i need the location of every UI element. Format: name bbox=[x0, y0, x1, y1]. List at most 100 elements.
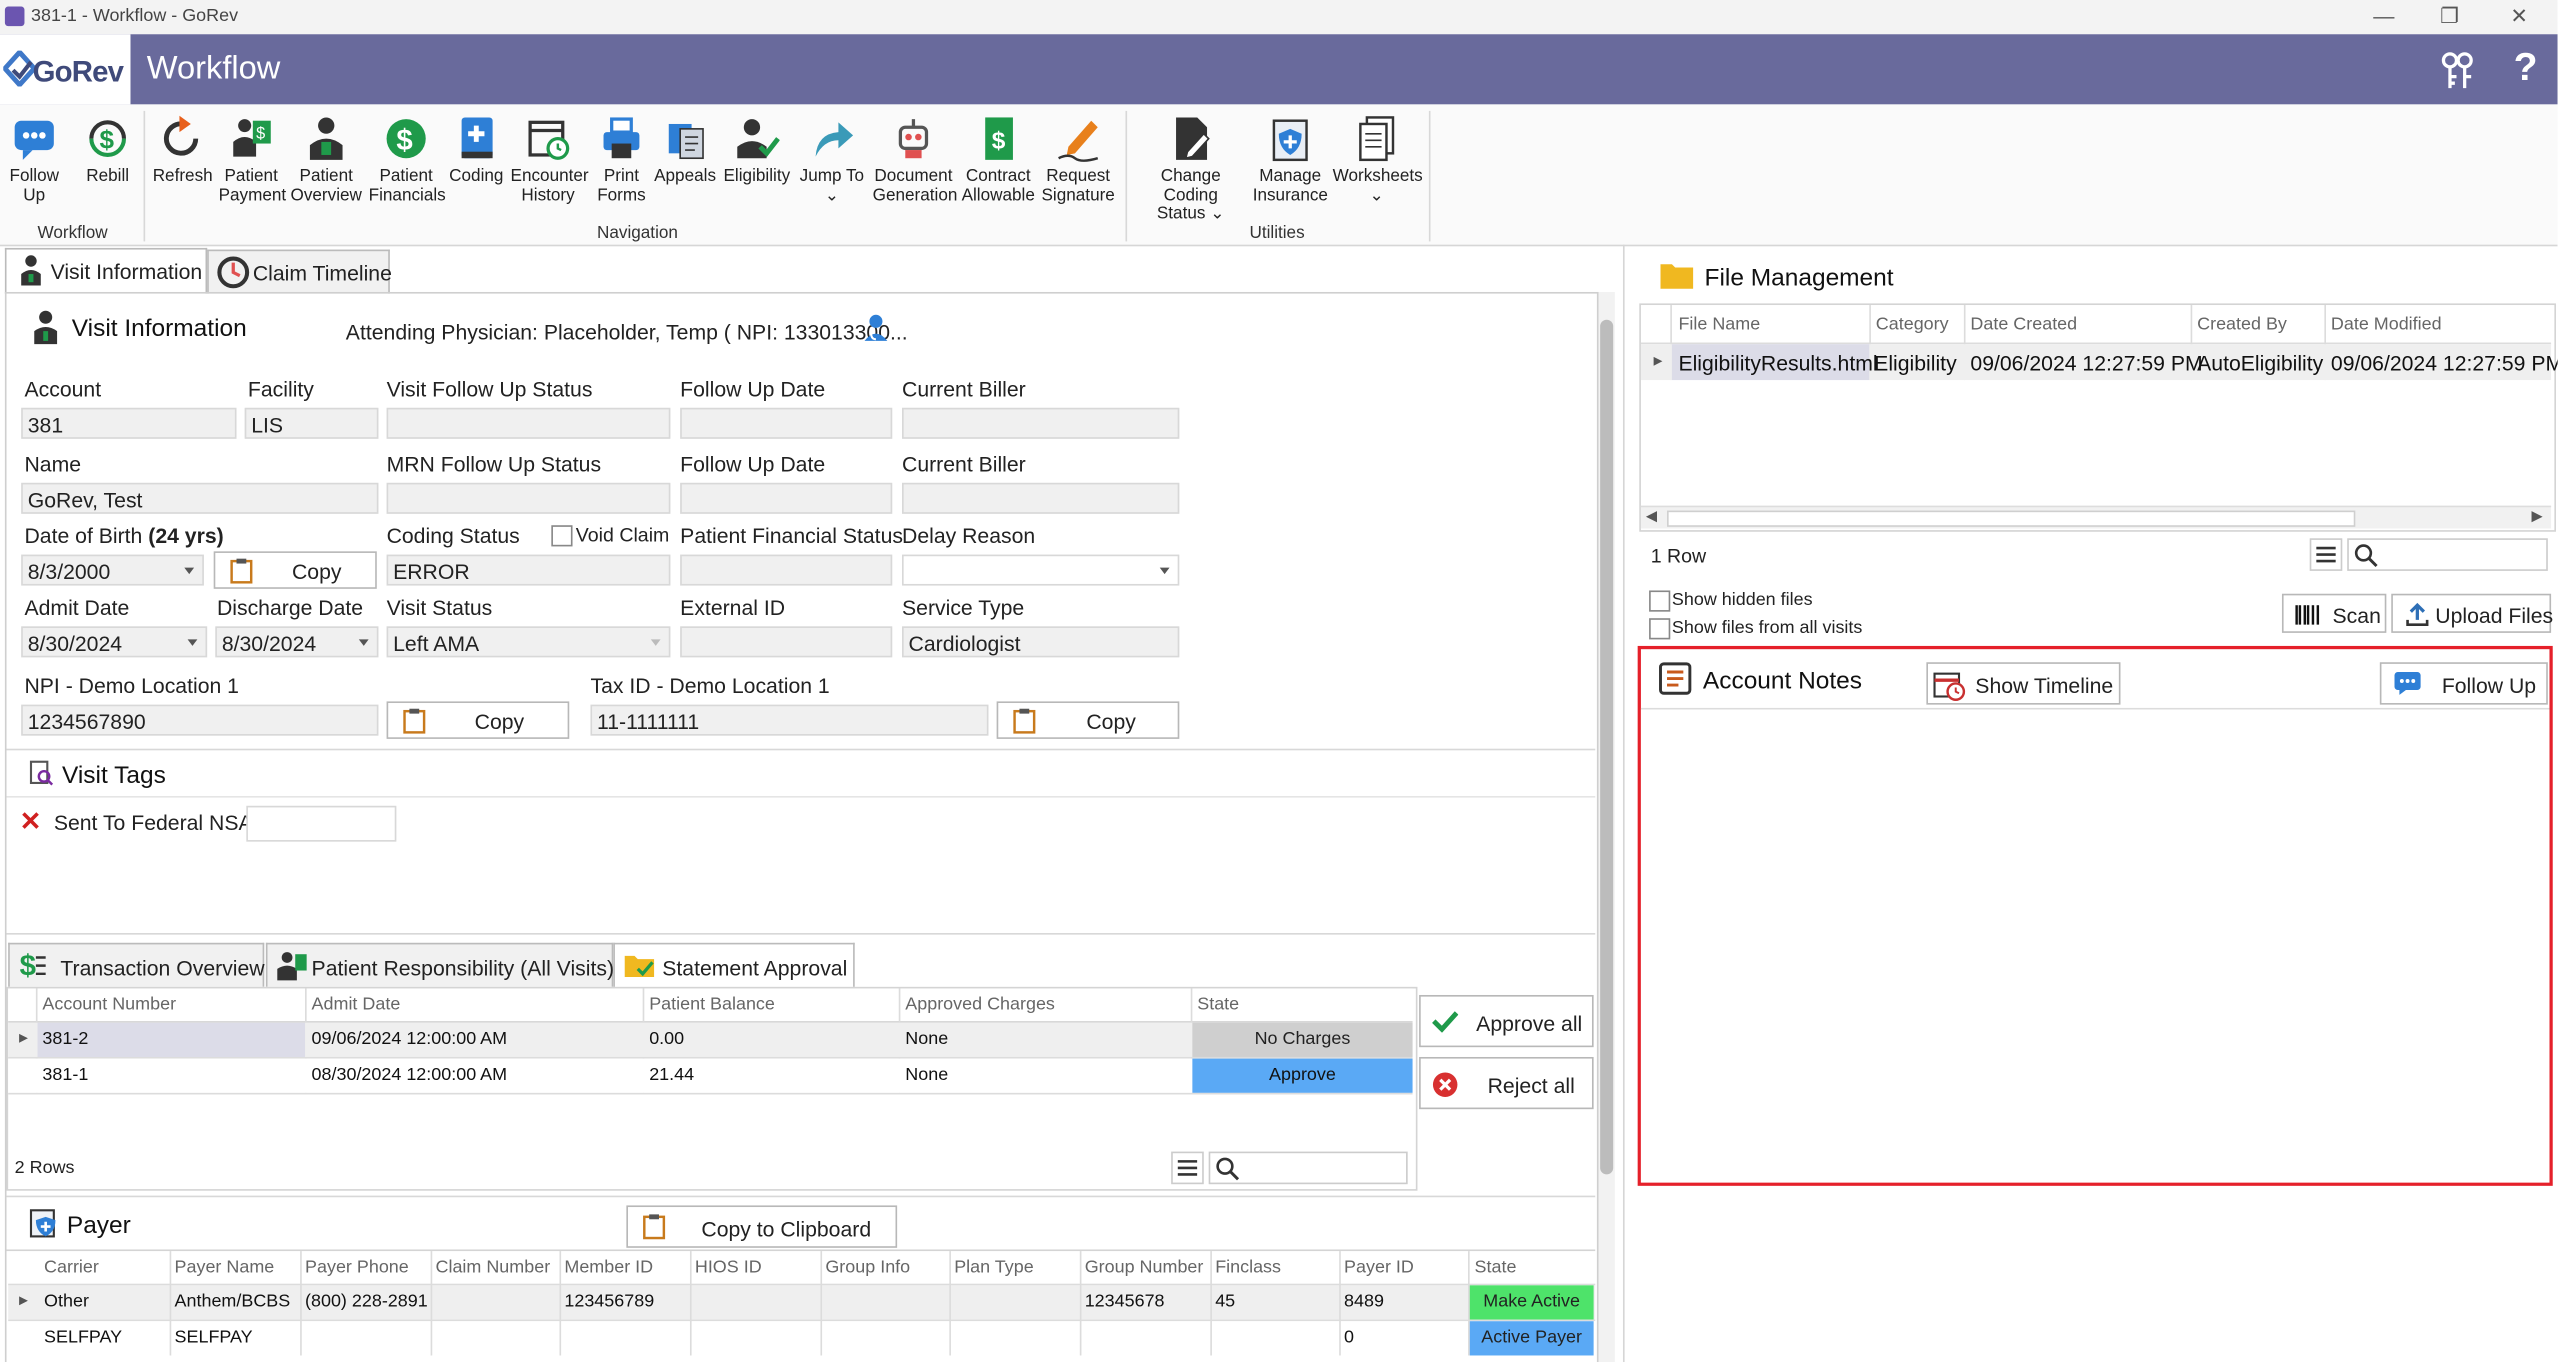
col-plan-type[interactable]: Plan Type bbox=[954, 1258, 1033, 1278]
col-patient-balance[interactable]: Patient Balance bbox=[649, 995, 775, 1015]
manage-insurance-button[interactable]: Manage Insurance bbox=[1253, 114, 1328, 205]
facility-field[interactable]: LIS bbox=[244, 407, 379, 439]
table-row[interactable]: SELFPAY SELFPAY 0 Active Payer bbox=[8, 1321, 1596, 1356]
admit-date-field[interactable]: 8/30/2024 bbox=[21, 626, 208, 658]
col-approved-charges[interactable]: Approved Charges bbox=[905, 995, 1055, 1015]
tax-id-field[interactable]: 11-1111111 bbox=[590, 704, 989, 736]
coding-button[interactable]: Coding bbox=[447, 114, 506, 187]
mrn-follow-up-status-field[interactable] bbox=[386, 482, 671, 514]
jump-to-button[interactable]: Jump To ⌄ bbox=[798, 114, 867, 205]
show-hidden-files-checkbox[interactable] bbox=[1649, 590, 1671, 612]
table-row[interactable]: ► EligibilityResults.html Eligibility 09… bbox=[1640, 344, 2558, 381]
current-biller-field[interactable] bbox=[902, 407, 1180, 439]
rebill-button[interactable]: $ Rebill bbox=[78, 114, 137, 187]
copy-npi-button[interactable]: Copy bbox=[386, 701, 570, 739]
refresh-button[interactable]: Refresh bbox=[152, 114, 214, 187]
panel-splitter[interactable] bbox=[1622, 244, 1625, 1362]
void-claim-checkbox[interactable] bbox=[551, 525, 573, 547]
col-date-created[interactable]: Date Created bbox=[1970, 315, 2077, 335]
discharge-date-field[interactable]: 8/30/2024 bbox=[215, 626, 379, 658]
account-field[interactable]: 381 bbox=[21, 407, 237, 439]
col-group-number[interactable]: Group Number bbox=[1085, 1258, 1204, 1278]
tab-claim-timeline[interactable]: Claim Timeline bbox=[207, 249, 392, 294]
change-coding-status-button[interactable]: Change Coding Status ⌄ bbox=[1132, 114, 1249, 224]
scroll-left-icon[interactable]: ◀ bbox=[1646, 507, 1657, 525]
table-row[interactable]: 381-1 08/30/2024 12:00:00 AM 21.44 None … bbox=[8, 1058, 1413, 1093]
users-keys-icon[interactable] bbox=[2437, 49, 2476, 91]
tab-patient-responsibility[interactable]: Patient Responsibility (All Visits) bbox=[265, 942, 614, 987]
mrn-follow-up-date-field[interactable] bbox=[680, 482, 893, 514]
col-finclass[interactable]: Finclass bbox=[1215, 1258, 1281, 1278]
col-file-name[interactable]: File Name bbox=[1678, 315, 1760, 335]
coding-status-field[interactable]: ERROR bbox=[386, 554, 671, 586]
make-active-button[interactable]: Make Active bbox=[1469, 1285, 1594, 1320]
col-payer-id[interactable]: Payer ID bbox=[1344, 1258, 1414, 1278]
restore-icon[interactable]: ❐ bbox=[2440, 3, 2459, 29]
tab-visit-information[interactable]: Visit Information bbox=[4, 247, 208, 294]
reject-all-button[interactable]: Reject all bbox=[1419, 1056, 1594, 1110]
state-no-charges[interactable]: No Charges bbox=[1192, 1022, 1413, 1057]
external-id-field[interactable] bbox=[680, 626, 893, 658]
cell-file-name[interactable]: EligibilityResults.html bbox=[1678, 351, 1877, 375]
npi-field[interactable]: 1234567890 bbox=[21, 704, 379, 736]
upload-files-button[interactable]: Upload Files bbox=[2391, 593, 2553, 633]
show-all-visits-checkbox[interactable] bbox=[1649, 618, 1671, 640]
remove-tag-icon[interactable]: ✕ bbox=[20, 806, 42, 839]
left-scrollbar-thumb[interactable] bbox=[1600, 319, 1614, 1175]
delay-reason-select[interactable] bbox=[902, 554, 1180, 586]
worksheets-button[interactable]: Worksheets ⌄ bbox=[1333, 114, 1423, 205]
file-grid-scrollbar[interactable]: ◀ ▶ bbox=[1640, 505, 2552, 529]
close-icon[interactable]: ✕ bbox=[2510, 3, 2528, 29]
chevron-down-icon[interactable] bbox=[187, 639, 198, 646]
approve-all-button[interactable]: Approve all bbox=[1419, 994, 1594, 1048]
encounter-history-button[interactable]: Encounter History bbox=[511, 114, 589, 205]
tag-value-input[interactable] bbox=[246, 805, 397, 842]
file-search-input[interactable] bbox=[2347, 538, 2548, 571]
name-field[interactable]: GoRev, Test bbox=[21, 482, 379, 514]
follow-up-button[interactable]: Follow Up bbox=[7, 114, 62, 205]
account-notes-list[interactable] bbox=[1640, 709, 2550, 1183]
col-payer-state[interactable]: State bbox=[1475, 1258, 1517, 1278]
col-hios-id[interactable]: HIOS ID bbox=[695, 1258, 762, 1278]
notes-follow-up-button[interactable]: Follow Up bbox=[2379, 662, 2548, 705]
scroll-right-icon[interactable]: ▶ bbox=[2532, 507, 2543, 525]
col-state[interactable]: State bbox=[1197, 995, 1239, 1015]
patient-payment-button[interactable]: $ Patient Payment bbox=[219, 114, 286, 205]
col-claim-number[interactable]: Claim Number bbox=[436, 1258, 551, 1278]
dob-field[interactable]: 8/3/2000 bbox=[21, 554, 204, 586]
document-generation-button[interactable]: Document Generation bbox=[873, 114, 957, 205]
patient-financial-status-field[interactable] bbox=[680, 554, 893, 586]
col-category[interactable]: Category bbox=[1876, 315, 1949, 335]
col-created-by[interactable]: Created By bbox=[2197, 315, 2287, 335]
visit-follow-up-status-field[interactable] bbox=[386, 407, 671, 439]
table-row[interactable]: ► Other Anthem/BCBS (800) 228-2891 12345… bbox=[8, 1285, 1596, 1320]
contract-allowable-button[interactable]: $ Contract Allowable bbox=[961, 114, 1036, 205]
chevron-down-icon[interactable] bbox=[1159, 567, 1170, 575]
state-approve-button[interactable]: Approve bbox=[1192, 1058, 1413, 1093]
chevron-down-icon[interactable] bbox=[650, 639, 661, 646]
col-member-id[interactable]: Member ID bbox=[564, 1258, 653, 1278]
chevron-down-icon[interactable] bbox=[358, 639, 369, 646]
chevron-down-icon[interactable] bbox=[184, 567, 195, 575]
tab-transaction-overview[interactable]: $ Transaction Overview bbox=[8, 942, 265, 987]
eligibility-button[interactable]: Eligibility bbox=[719, 114, 794, 187]
grid-search-input[interactable] bbox=[1208, 1151, 1408, 1185]
active-payer-badge[interactable]: Active Payer bbox=[1469, 1321, 1594, 1356]
visit-status-field[interactable]: Left AMA bbox=[386, 626, 671, 658]
minimize-icon[interactable]: — bbox=[2373, 3, 2394, 27]
copy-dob-button[interactable]: Copy bbox=[213, 551, 377, 589]
request-signature-button[interactable]: Request Signature bbox=[1041, 114, 1116, 205]
file-grid-menu-button[interactable] bbox=[2309, 538, 2343, 571]
col-carrier[interactable]: Carrier bbox=[44, 1258, 99, 1278]
scan-button[interactable]: Scan bbox=[2281, 593, 2387, 633]
col-payer-name[interactable]: Payer Name bbox=[175, 1258, 275, 1278]
mrn-current-biller-field[interactable] bbox=[902, 482, 1180, 514]
appeals-button[interactable]: Appeals bbox=[654, 114, 716, 187]
patient-financials-button[interactable]: $ Patient Financials bbox=[369, 114, 446, 205]
col-payer-phone[interactable]: Payer Phone bbox=[305, 1258, 409, 1278]
copy-to-clipboard-button[interactable]: Copy to Clipboard bbox=[626, 1205, 898, 1248]
patient-overview-button[interactable]: Patient Overview bbox=[290, 114, 362, 205]
help-icon[interactable]: ? bbox=[2514, 46, 2538, 92]
follow-up-date-field[interactable] bbox=[680, 407, 893, 439]
print-forms-button[interactable]: Print Forms bbox=[590, 114, 652, 205]
